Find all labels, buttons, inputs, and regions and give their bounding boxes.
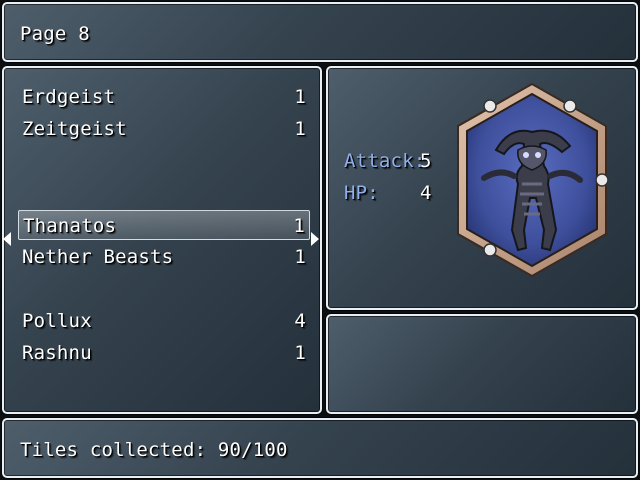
footer-window: Tiles collected: 90/100 — [2, 418, 638, 478]
description-window — [326, 314, 638, 414]
list-item-empty[interactable] — [18, 146, 310, 176]
tiles-collected-text: Tiles collected: 90/100 — [20, 439, 288, 461]
list-item-name: Thanatos — [23, 215, 117, 237]
list-item-empty[interactable] — [18, 274, 310, 304]
list-item-quantity: 1 — [294, 342, 306, 364]
list-item-name: Rashnu — [22, 342, 92, 364]
list-item-quantity: 1 — [294, 246, 306, 268]
previous-page-arrow-icon[interactable] — [3, 232, 11, 246]
thanatos-card-image — [457, 82, 609, 278]
list-item[interactable]: Zeitgeist 1 — [18, 114, 310, 144]
list-item-name: Nether Beasts — [22, 246, 174, 268]
hp-value: 4 — [420, 182, 432, 204]
list-item-quantity: 1 — [294, 118, 306, 140]
list-item[interactable]: Rashnu 1 — [18, 338, 310, 368]
tile-list-window: Erdgeist 1 Zeitgeist 1 Thanatos 1 Nether… — [2, 66, 322, 414]
list-item-empty[interactable] — [18, 178, 310, 208]
list-item-selected[interactable]: Thanatos 1 — [18, 210, 310, 240]
list-item-name: Zeitgeist — [22, 118, 127, 140]
next-page-arrow-icon[interactable] — [311, 232, 319, 246]
tile-detail-window: Attack: 5 HP: 4 — [326, 66, 638, 310]
list-item-quantity: 4 — [294, 310, 306, 332]
list-item-name: Pollux — [22, 310, 92, 332]
attack-value: 5 — [420, 150, 432, 172]
list-item[interactable]: Pollux 4 — [18, 306, 310, 336]
hp-label: HP: — [344, 182, 379, 204]
list-item-name: Erdgeist — [22, 86, 116, 108]
attack-label: Attack: — [344, 150, 426, 172]
list-item-quantity: 1 — [294, 86, 306, 108]
list-item-quantity: 1 — [293, 215, 305, 237]
page-title: Page 8 — [20, 23, 90, 45]
list-item[interactable]: Nether Beasts 1 — [18, 242, 310, 272]
list-item[interactable]: Erdgeist 1 — [18, 82, 310, 112]
title-window: Page 8 — [2, 2, 638, 62]
